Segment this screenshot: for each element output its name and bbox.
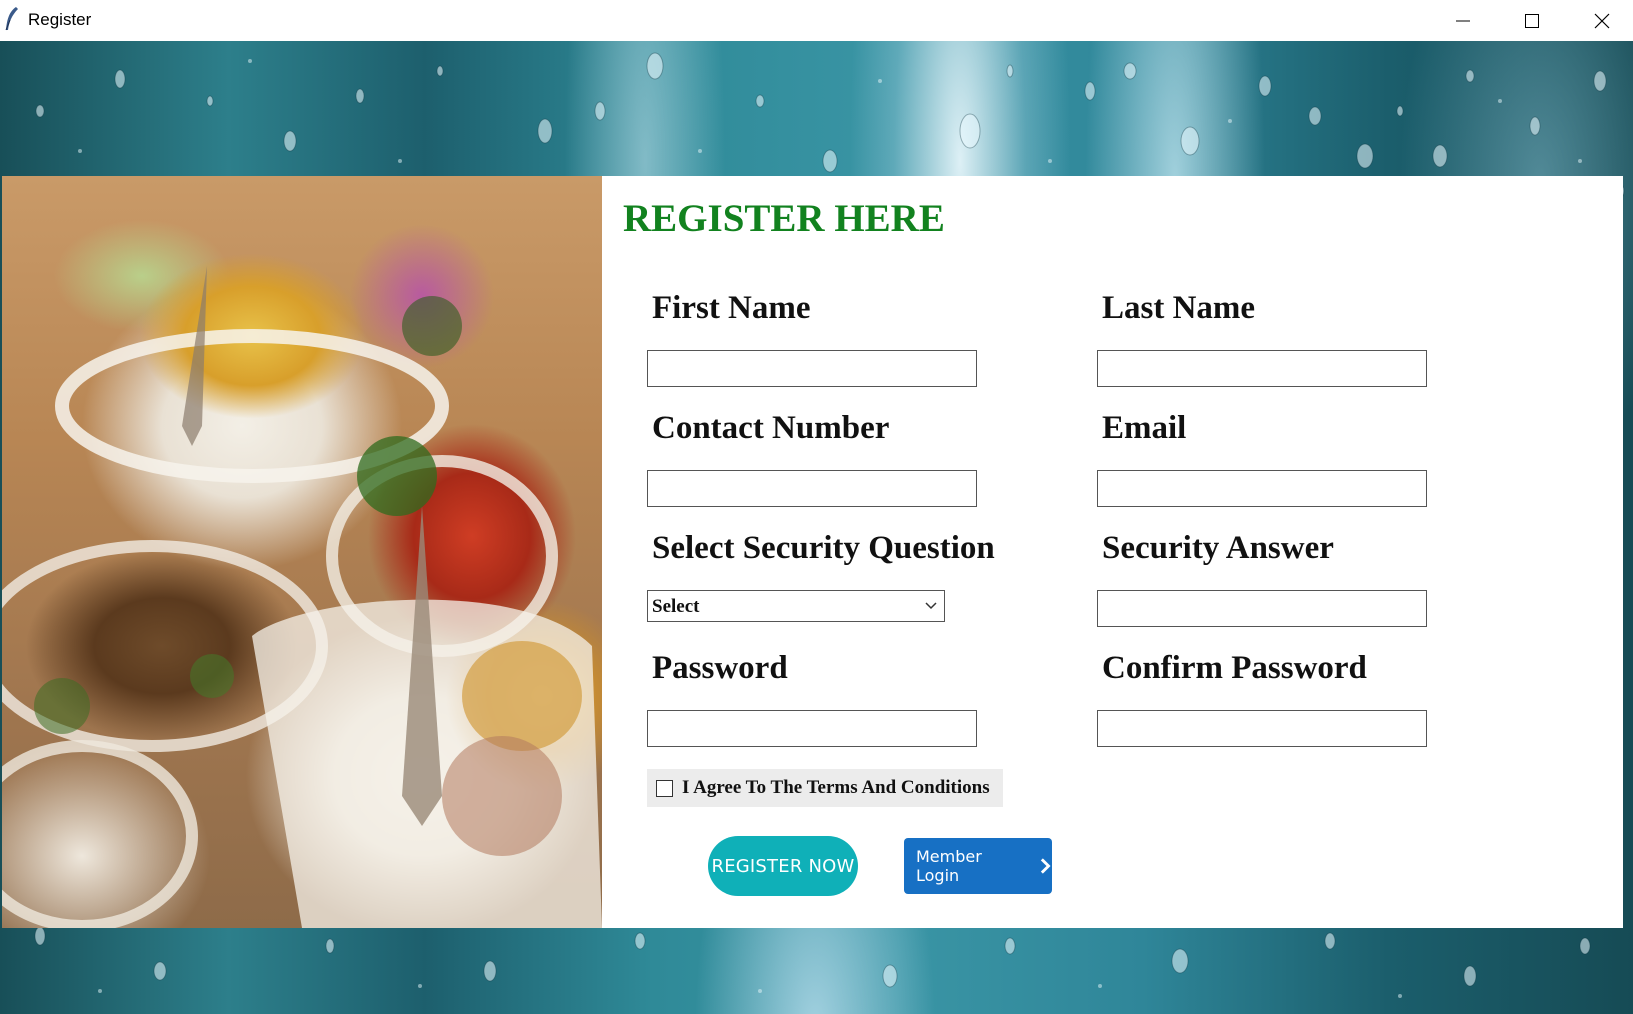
- minimize-icon: [1456, 20, 1470, 21]
- maximize-icon: [1525, 13, 1539, 28]
- email-field[interactable]: [1097, 470, 1427, 507]
- window-titlebar: Register: [0, 0, 1633, 41]
- register-card: REGISTER HERE First Name Last Name Conta…: [2, 176, 1623, 928]
- contact-number-label: Contact Number: [652, 410, 890, 446]
- security-question-label: Select Security Question: [652, 530, 995, 566]
- chevron-down-icon: [925, 602, 937, 610]
- minimize-button[interactable]: [1428, 0, 1498, 41]
- password-label: Password: [652, 650, 788, 686]
- contact-number-field[interactable]: [647, 470, 977, 507]
- last-name-field[interactable]: [1097, 350, 1427, 387]
- terms-checkbox-row[interactable]: I Agree To The Terms And Conditions: [647, 769, 1003, 807]
- first-name-field[interactable]: [647, 350, 977, 387]
- member-login-button[interactable]: Member Login: [904, 838, 1052, 894]
- close-button[interactable]: [1567, 0, 1633, 41]
- security-question-select[interactable]: Select: [647, 590, 945, 622]
- terms-checkbox[interactable]: [656, 780, 673, 797]
- page-title: REGISTER HERE: [623, 197, 945, 240]
- last-name-label: Last Name: [1102, 290, 1256, 326]
- security-answer-label: Security Answer: [1102, 530, 1334, 566]
- feather-icon: [5, 7, 18, 31]
- security-question-selected: Select: [652, 596, 700, 617]
- food-image: [2, 176, 602, 928]
- first-name-label: First Name: [652, 290, 811, 326]
- chevron-right-icon: [1040, 858, 1051, 874]
- security-answer-field[interactable]: [1097, 590, 1427, 627]
- close-icon: [1594, 13, 1610, 28]
- password-field[interactable]: [647, 710, 977, 747]
- window-title: Register: [28, 10, 92, 29]
- register-now-button[interactable]: REGISTER NOW: [708, 836, 858, 896]
- confirm-password-label: Confirm Password: [1102, 650, 1367, 686]
- confirm-password-field[interactable]: [1097, 710, 1427, 747]
- member-login-label: Member Login: [916, 847, 982, 885]
- food-plates-illustration: [2, 266, 602, 928]
- maximize-button[interactable]: [1497, 0, 1567, 41]
- email-label: Email: [1102, 410, 1187, 446]
- terms-label: I Agree To The Terms And Conditions: [682, 777, 990, 798]
